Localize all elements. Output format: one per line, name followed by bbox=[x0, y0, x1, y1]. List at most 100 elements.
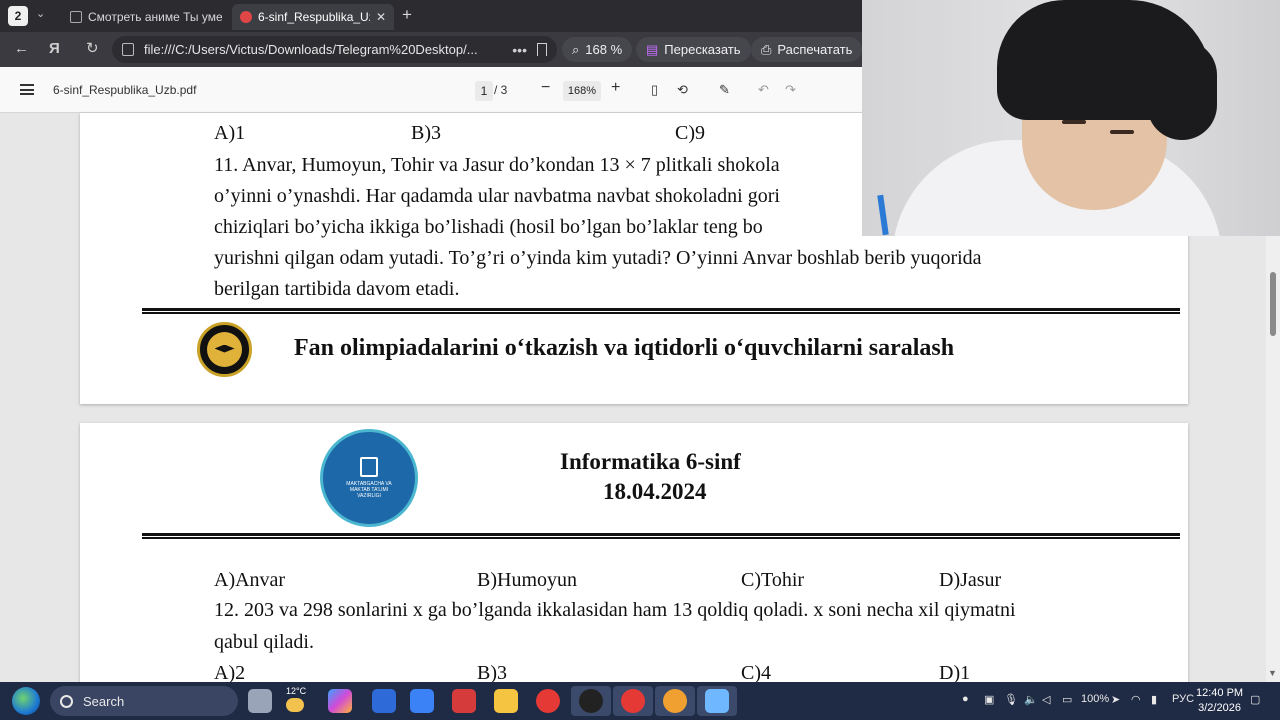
file-icon bbox=[122, 43, 134, 56]
option-text: D)Jasur bbox=[939, 569, 1002, 591]
back-icon[interactable]: ← bbox=[14, 40, 29, 58]
option-text: B)3 bbox=[477, 662, 507, 683]
pdf-icon bbox=[240, 11, 252, 23]
book-icon bbox=[360, 457, 378, 477]
zoom-out-icon[interactable]: − bbox=[541, 80, 550, 96]
pdf-page-2: MAKTABGACHA VA MAKTAB TA'LIMI VAZIRLIGI … bbox=[80, 423, 1188, 683]
obs-icon[interactable] bbox=[579, 689, 603, 713]
question-11-line: yurishni qilgan odam yutadi. To’g’ri o’y… bbox=[214, 247, 982, 269]
tray-app-icon[interactable]: ▣ bbox=[984, 693, 994, 706]
search-label: Search bbox=[83, 693, 125, 709]
yandex-icon[interactable]: Я bbox=[49, 40, 60, 58]
close-icon[interactable]: ✕ bbox=[376, 10, 386, 24]
notepad-icon[interactable] bbox=[705, 689, 729, 713]
clock-date: 3/2/2026 bbox=[1198, 702, 1241, 714]
mic-icon[interactable]: 🎙 bbox=[1004, 693, 1018, 706]
speaker-icon[interactable]: ◁ bbox=[1042, 693, 1050, 706]
battery-icon[interactable]: ▭ bbox=[1062, 693, 1072, 706]
telegram-icon[interactable]: ➤ bbox=[1111, 693, 1120, 706]
retell-icon: ▤ bbox=[646, 41, 659, 57]
rotate-icon[interactable]: ⟲ bbox=[677, 82, 688, 98]
zoom-level-field[interactable]: 168% bbox=[563, 81, 601, 101]
zoom-button[interactable]: ⌕ 168 % bbox=[562, 37, 633, 62]
question-12-line: 12. 203 va 298 sonlarini x ga bo’lganda … bbox=[214, 599, 1016, 621]
printer-icon: ⎙ bbox=[761, 41, 772, 57]
start-button[interactable] bbox=[12, 687, 40, 715]
question-11-line: o’yinni o’ynashdi. Har qadamda ular navb… bbox=[214, 185, 780, 207]
olympiad-logo bbox=[197, 322, 252, 377]
yandex-browser-icon[interactable] bbox=[536, 689, 560, 713]
network-icon[interactable]: ▮ bbox=[1151, 693, 1157, 706]
weather-temp: 12°C bbox=[286, 686, 307, 696]
print-button[interactable]: ⎙ Распечатать bbox=[751, 37, 863, 62]
tab-count-badge[interactable]: 2 bbox=[8, 6, 28, 26]
anydesk-icon[interactable] bbox=[663, 689, 687, 713]
scroll-down-icon[interactable]: ▼ bbox=[1268, 668, 1277, 678]
option-text: B)3 bbox=[411, 122, 441, 144]
question-11-line: chiziqlari bo’yicha ikkiga bo’lishadi (h… bbox=[214, 216, 763, 238]
page-total: / 3 bbox=[494, 83, 508, 97]
draw-icon[interactable]: ✎ bbox=[719, 82, 730, 98]
language-indicator[interactable]: РУС bbox=[1172, 693, 1194, 705]
page-number-input[interactable]: 1 bbox=[475, 81, 493, 101]
battery-percent: 100% bbox=[1081, 693, 1110, 705]
notifications-icon[interactable]: ▢ bbox=[1250, 693, 1260, 706]
option-text: D)1 bbox=[939, 662, 971, 683]
tab-anime[interactable]: Смотреть аниме Ты умее bbox=[62, 4, 230, 30]
edge-icon[interactable] bbox=[372, 689, 396, 713]
zoom-label: 168 % bbox=[585, 42, 623, 57]
weather-icon bbox=[286, 698, 304, 712]
option-text: B)Humoyun bbox=[477, 569, 577, 591]
volume-icon[interactable]: 🔈 bbox=[1024, 693, 1038, 706]
folder-icon[interactable] bbox=[494, 689, 518, 713]
retell-button[interactable]: ▤ Пересказать bbox=[636, 37, 751, 62]
scrollbar-thumb[interactable] bbox=[1270, 272, 1276, 336]
store-icon[interactable] bbox=[410, 689, 434, 713]
pdf-app-icon[interactable] bbox=[452, 689, 476, 713]
weather-widget[interactable]: 12°C bbox=[286, 686, 306, 712]
page-icon bbox=[70, 11, 82, 23]
tab-label: Смотреть аниме Ты умее bbox=[88, 10, 222, 24]
question-11-line: berilgan tartibida davom etadi. bbox=[214, 278, 460, 300]
question-12-line: qabul qiladi. bbox=[214, 631, 314, 653]
copilot-icon[interactable] bbox=[328, 689, 352, 713]
menu-icon[interactable] bbox=[20, 84, 34, 95]
search-icon bbox=[60, 694, 73, 708]
divider bbox=[142, 533, 1180, 539]
redo-icon[interactable]: ↷ bbox=[785, 82, 796, 98]
clock[interactable]: 12:40 PM 3/2/2026 bbox=[1196, 686, 1243, 716]
chevron-down-icon[interactable]: ⌄ bbox=[36, 7, 45, 20]
undo-icon[interactable]: ↶ bbox=[758, 82, 769, 98]
reload-icon[interactable]: ↻ bbox=[86, 40, 99, 58]
url-field[interactable]: file:///C:/Users/Victus/Downloads/Telegr… bbox=[112, 36, 557, 63]
yandex-icon[interactable] bbox=[621, 689, 645, 713]
bookmark-icon[interactable] bbox=[537, 43, 547, 56]
webcam-overlay bbox=[862, 0, 1280, 236]
wifi-icon[interactable]: ◠ bbox=[1131, 693, 1141, 706]
tab-pdf[interactable]: 6-sinf_Respublika_Uzb.p ✕ bbox=[232, 4, 394, 30]
question-11-line: 11. Anvar, Humoyun, Tohir va Jasur do’ko… bbox=[214, 154, 780, 176]
url-text: file:///C:/Users/Victus/Downloads/Telegr… bbox=[144, 42, 478, 57]
more-icon[interactable]: ••• bbox=[512, 42, 527, 58]
taskbar: Search 12°C ● ▣ 🎙 🔈 ◁ ▭ 100% ➤ ◠ ▮ РУС 1… bbox=[0, 682, 1280, 720]
new-tab-icon[interactable]: + bbox=[402, 6, 412, 24]
ministry-logo: MAKTABGACHA VA MAKTAB TA'LIMI VAZIRLIGI bbox=[320, 429, 418, 527]
obs-tray-icon[interactable]: ● bbox=[962, 693, 969, 705]
option-text: C)9 bbox=[675, 122, 705, 144]
task-view-icon[interactable] bbox=[248, 689, 272, 713]
print-label: Распечатать bbox=[777, 42, 853, 57]
footer-banner: Fan olimpiadalarini o‘tkazish va iqtidor… bbox=[294, 335, 955, 361]
zoom-in-icon[interactable]: + bbox=[611, 80, 620, 96]
taskbar-search[interactable]: Search bbox=[50, 686, 238, 716]
option-text: C)Tohir bbox=[741, 569, 805, 591]
page-title: Informatika 6-sinf bbox=[560, 449, 741, 474]
option-text: A)Anvar bbox=[214, 569, 286, 591]
page-date: 18.04.2024 bbox=[603, 479, 707, 504]
divider bbox=[142, 308, 1180, 314]
magnifier-icon: ⌕ bbox=[572, 41, 580, 57]
fit-page-icon[interactable]: ▯ bbox=[651, 82, 658, 98]
option-text: A)2 bbox=[214, 662, 246, 683]
tab-label: 6-sinf_Respublika_Uzb.p bbox=[258, 10, 370, 24]
retell-label: Пересказать bbox=[664, 42, 741, 57]
logo-text: MAKTABGACHA VA MAKTAB TA'LIMI VAZIRLIGI bbox=[346, 481, 392, 499]
